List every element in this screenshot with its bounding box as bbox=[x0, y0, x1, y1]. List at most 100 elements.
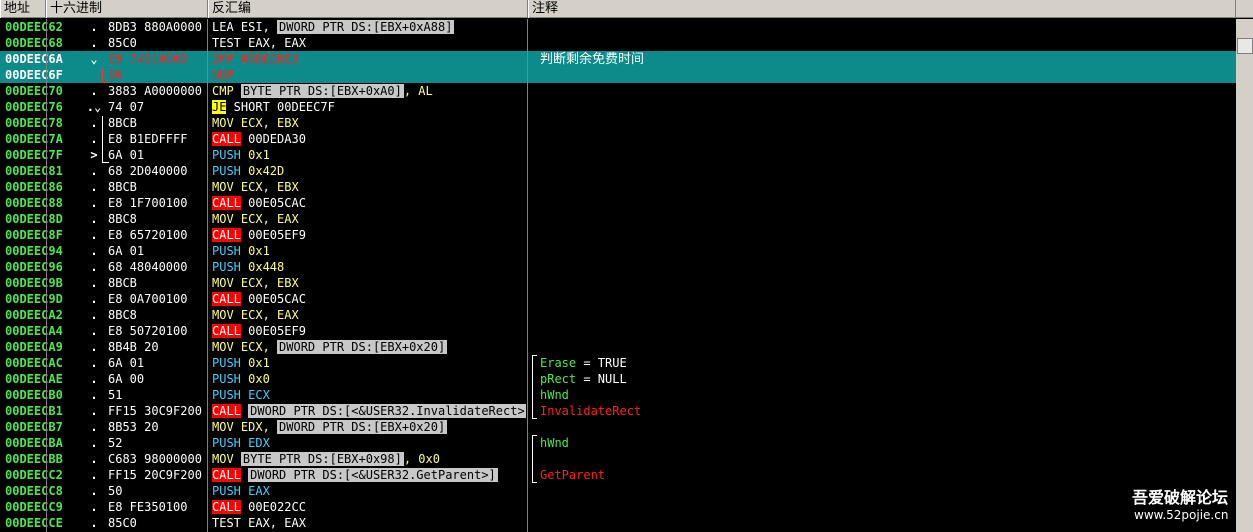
code-row[interactable]: 00DEEC86. 8BCB MOV ECX, EBX bbox=[0, 179, 1236, 195]
row-hex-bytes[interactable]: 68 48040000 bbox=[108, 259, 206, 275]
code-row[interactable]: 00DEECA4. E8 50720100 CALL 00E05EF9 bbox=[0, 323, 1236, 339]
row-disassembly[interactable]: MOV EDX, DWORD PTR DS:[EBX+0x20] bbox=[212, 419, 526, 435]
row-hex-bytes[interactable]: 6A 01 bbox=[108, 147, 206, 163]
column-header-comment[interactable]: 注释 bbox=[528, 0, 1236, 18]
row-comment[interactable] bbox=[540, 291, 1236, 307]
code-row[interactable]: 00DEEC8F. E8 65720100 CALL 00E05EF9 bbox=[0, 227, 1236, 243]
row-comment[interactable] bbox=[540, 419, 1236, 435]
column-header-disassembly[interactable]: 反汇编 bbox=[208, 0, 528, 18]
row-hex-bytes[interactable]: 8BCB bbox=[108, 275, 206, 291]
row-disassembly[interactable]: PUSH 0x1 bbox=[212, 355, 526, 371]
disassembly-pane[interactable]: 00DEEC62. 8DB3 880A0000 LEA ESI, DWORD PTR… bbox=[0, 19, 1236, 532]
row-hex-bytes[interactable]: 6A 01 bbox=[108, 243, 206, 259]
row-comment[interactable] bbox=[540, 323, 1236, 339]
row-hex-bytes[interactable]: E8 B1EDFFFF bbox=[108, 131, 206, 147]
row-disassembly[interactable]: MOV ECX, EBX bbox=[212, 115, 526, 131]
row-comment[interactable]: hWnd bbox=[540, 435, 1236, 451]
row-disassembly[interactable]: CALL 00E05EF9 bbox=[212, 227, 526, 243]
row-disassembly[interactable]: PUSH EAX bbox=[212, 483, 526, 499]
row-disassembly[interactable]: CALL 00E05EF9 bbox=[212, 323, 526, 339]
code-row[interactable]: 00DEECCE. 85C0 TEST EAX, EAX bbox=[0, 515, 1236, 531]
row-disassembly[interactable]: CALL 00E05CAC bbox=[212, 195, 526, 211]
code-row[interactable]: 00DEEC94. 6A 01 PUSH 0x1 bbox=[0, 243, 1236, 259]
row-comment[interactable] bbox=[540, 227, 1236, 243]
row-comment[interactable] bbox=[540, 147, 1236, 163]
row-disassembly[interactable]: MOV ECX, EAX bbox=[212, 307, 526, 323]
row-hex-bytes[interactable]: 90 bbox=[108, 67, 206, 83]
row-disassembly[interactable]: LEA ESI, DWORD PTR DS:[EBX+0xA88] bbox=[212, 19, 526, 35]
code-row[interactable]: 00DEEC6A ⌄ E9 74010000 JMP 00DEEDE3 判断剩余免费时间 bbox=[0, 51, 1236, 67]
row-disassembly[interactable]: CALL 00E022CC bbox=[212, 499, 526, 515]
row-hex-bytes[interactable]: 6A 00 bbox=[108, 371, 206, 387]
code-row[interactable]: 00DEECAC. 6A 01 PUSH 0x1 Erase = TRUE bbox=[0, 355, 1236, 371]
row-comment[interactable] bbox=[540, 275, 1236, 291]
row-disassembly[interactable]: PUSH EDX bbox=[212, 435, 526, 451]
code-row[interactable]: 00DEEC7F >6A 01 PUSH 0x1 bbox=[0, 147, 1236, 163]
code-row[interactable]: 00DEECA2. 8BC8 MOV ECX, EAX bbox=[0, 307, 1236, 323]
row-comment[interactable] bbox=[540, 179, 1236, 195]
row-comment[interactable] bbox=[540, 83, 1236, 99]
code-row[interactable]: 00DEECB1. FF15 30C9F200 CALL DWORD PTR DS:… bbox=[0, 403, 1236, 419]
row-comment[interactable] bbox=[540, 243, 1236, 259]
row-hex-bytes[interactable]: E8 1F700100 bbox=[108, 195, 206, 211]
row-comment[interactable]: 判断剩余免费时间 bbox=[540, 51, 1236, 67]
row-disassembly[interactable]: MOV ECX, EBX bbox=[212, 275, 526, 291]
code-row[interactable]: 00DEECC9. E8 FE350100 CALL 00E022CC bbox=[0, 499, 1236, 515]
row-hex-bytes[interactable]: 8BC8 bbox=[108, 211, 206, 227]
row-hex-bytes[interactable]: E8 0A700100 bbox=[108, 291, 206, 307]
code-row[interactable]: 00DEEC9B. 8BCB MOV ECX, EBX bbox=[0, 275, 1236, 291]
code-row[interactable]: 00DEEC68. 85C0 TEST EAX, EAX bbox=[0, 35, 1236, 51]
row-comment[interactable] bbox=[540, 67, 1236, 83]
row-hex-bytes[interactable]: 74 07 bbox=[108, 99, 206, 115]
row-disassembly[interactable]: CALL DWORD PTR DS:[<&USER32.GetParent>] bbox=[212, 467, 526, 483]
row-comment[interactable]: pRect = NULL bbox=[540, 371, 1236, 387]
row-hex-bytes[interactable]: E8 65720100 bbox=[108, 227, 206, 243]
row-hex-bytes[interactable]: E9 74010000 bbox=[108, 51, 206, 67]
row-comment[interactable] bbox=[540, 131, 1236, 147]
code-row[interactable]: 00DEEC8D. 8BC8 MOV ECX, EAX bbox=[0, 211, 1236, 227]
column-header-address[interactable]: 地址 bbox=[0, 0, 46, 18]
code-row[interactable]: 00DEEC6F 90 NOP bbox=[0, 67, 1236, 83]
code-row[interactable]: 00DEECC2. FF15 20C9F200 CALL DWORD PTR DS:… bbox=[0, 467, 1236, 483]
row-comment[interactable]: InvalidateRect bbox=[540, 403, 1236, 419]
row-hex-bytes[interactable]: 8BC8 bbox=[108, 307, 206, 323]
code-row[interactable]: 00DEEC81. 68 2D040000 PUSH 0x42D bbox=[0, 163, 1236, 179]
row-hex-bytes[interactable]: 52 bbox=[108, 435, 206, 451]
row-comment[interactable] bbox=[540, 259, 1236, 275]
row-comment[interactable] bbox=[540, 195, 1236, 211]
row-comment[interactable] bbox=[540, 35, 1236, 51]
row-comment[interactable] bbox=[540, 451, 1236, 467]
row-hex-bytes[interactable]: 8BCB bbox=[108, 179, 206, 195]
code-row[interactable]: 00DEECBB. C683 98000000 MOV BYTE PTR DS:[E… bbox=[0, 451, 1236, 467]
row-disassembly[interactable]: MOV ECX, EBX bbox=[212, 179, 526, 195]
scrollbar-thumb[interactable] bbox=[1237, 38, 1253, 54]
code-row[interactable]: 00DEECC8. 50 PUSH EAX bbox=[0, 483, 1236, 499]
row-hex-bytes[interactable]: E8 FE350100 bbox=[108, 499, 206, 515]
column-header-hex[interactable]: 十六进制 bbox=[46, 0, 208, 18]
code-row[interactable]: 00DEECA9. 8B4B 20 MOV ECX, DWORD PTR DS:[E… bbox=[0, 339, 1236, 355]
row-hex-bytes[interactable]: 3883 A0000000 bbox=[108, 83, 206, 99]
vertical-scrollbar[interactable] bbox=[1236, 19, 1253, 532]
row-comment[interactable] bbox=[540, 339, 1236, 355]
code-row[interactable]: 00DEEC78. 8BCB MOV ECX, EBX bbox=[0, 115, 1236, 131]
row-disassembly[interactable]: JE SHORT 00DEEC7F bbox=[212, 99, 526, 115]
row-hex-bytes[interactable]: 85C0 bbox=[108, 35, 206, 51]
row-disassembly[interactable]: TEST EAX, EAX bbox=[212, 35, 526, 51]
code-row[interactable]: 00DEEC7A. E8 B1EDFFFF CALL 00DEDA30 bbox=[0, 131, 1236, 147]
row-disassembly[interactable]: TEST EAX, EAX bbox=[212, 515, 526, 531]
row-comment[interactable] bbox=[540, 307, 1236, 323]
row-disassembly[interactable]: PUSH 0x1 bbox=[212, 147, 526, 163]
row-comment[interactable] bbox=[540, 163, 1236, 179]
row-comment[interactable] bbox=[540, 115, 1236, 131]
row-disassembly[interactable]: PUSH 0x1 bbox=[212, 243, 526, 259]
row-disassembly[interactable]: MOV ECX, DWORD PTR DS:[EBX+0x20] bbox=[212, 339, 526, 355]
code-row[interactable]: 00DEEC70. 3883 A0000000 CMP BYTE PTR DS:[E… bbox=[0, 83, 1236, 99]
code-row[interactable]: 00DEECB0. 51 PUSH ECX hWnd bbox=[0, 387, 1236, 403]
row-disassembly[interactable]: PUSH 0x42D bbox=[212, 163, 526, 179]
row-hex-bytes[interactable]: 8B53 20 bbox=[108, 419, 206, 435]
row-hex-bytes[interactable]: FF15 30C9F200 bbox=[108, 403, 206, 419]
row-hex-bytes[interactable]: 50 bbox=[108, 483, 206, 499]
row-hex-bytes[interactable]: 51 bbox=[108, 387, 206, 403]
code-row[interactable]: 00DEEC96. 68 48040000 PUSH 0x448 bbox=[0, 259, 1236, 275]
row-disassembly[interactable]: CALL 00E05CAC bbox=[212, 291, 526, 307]
